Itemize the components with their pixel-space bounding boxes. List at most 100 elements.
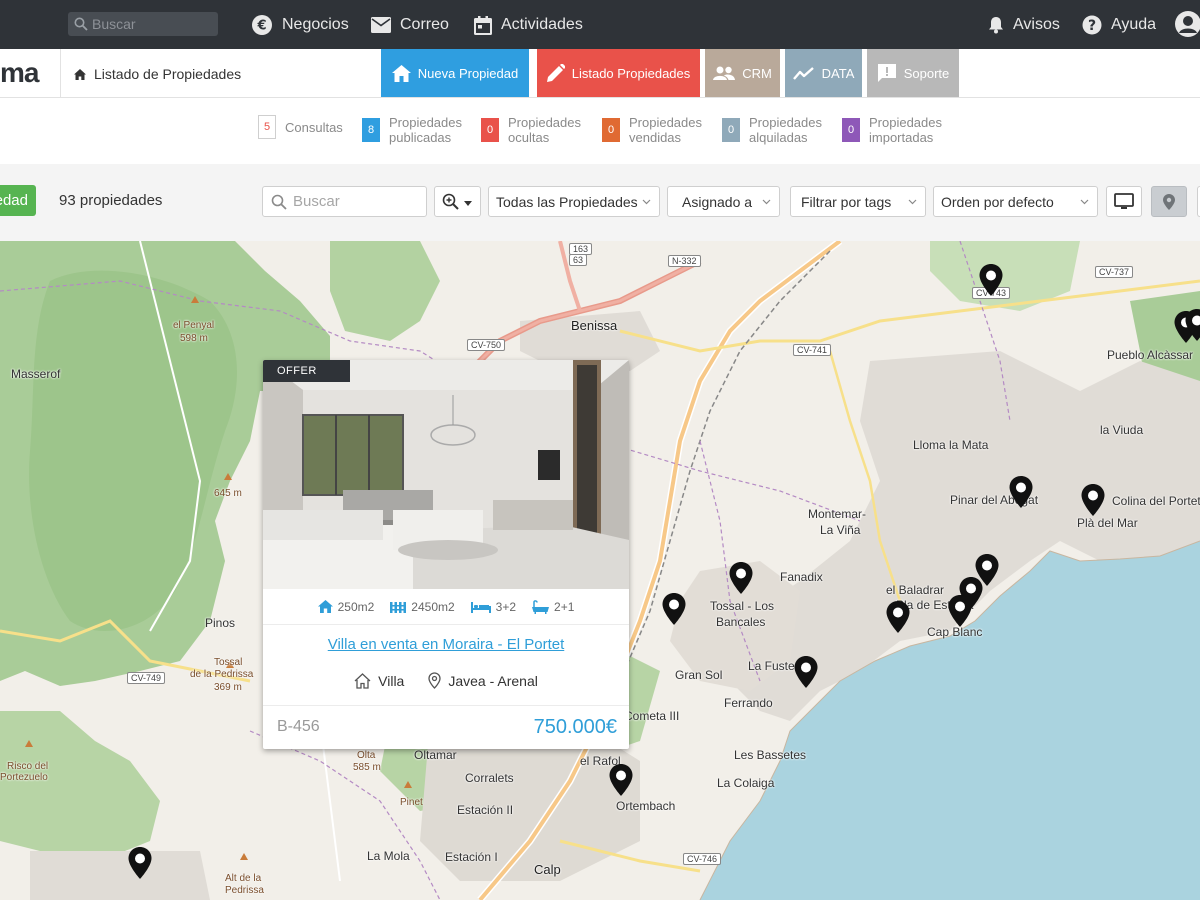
search-mode-dropdown[interactable] (434, 186, 481, 217)
feedback-icon (877, 63, 896, 82)
tags-dropdown[interactable]: Filtrar por tags (790, 186, 926, 217)
mail-icon (371, 17, 391, 33)
map-place-label: 369 m (214, 682, 242, 693)
trend-line-icon (792, 66, 814, 80)
property-map-marker[interactable] (1080, 483, 1106, 517)
tab-crm-label: CRM (742, 65, 772, 81)
stat-label: Propiedades publicadas (389, 115, 462, 145)
property-map-marker[interactable] (1008, 475, 1034, 509)
map-view-button[interactable] (1151, 186, 1187, 217)
map-place-label: Estación II (457, 803, 514, 817)
road-label: CV-737 (1095, 266, 1134, 278)
order-dropdown[interactable]: Orden por defecto (933, 186, 1098, 217)
home-icon (74, 68, 86, 80)
property-map[interactable]: Benissa el Penyal 598 m Masserof 645 m P… (0, 241, 1200, 900)
stat-label: Propiedades ocultas (508, 115, 581, 145)
property-map-marker[interactable] (947, 594, 973, 628)
chevron-down-icon (1080, 199, 1089, 205)
property-map-marker[interactable] (978, 263, 1004, 297)
top-search-input[interactable] (92, 12, 212, 36)
breadcrumb[interactable]: Listado de Propiedades (74, 66, 241, 82)
map-place-label: La Viña (820, 523, 861, 537)
stat-badge: 0 (481, 118, 499, 142)
map-place-label: de la Pedrissa (190, 669, 254, 680)
stat-vendidas[interactable]: 0 Propiedades vendidas (602, 115, 702, 145)
breadcrumb-label: Listado de Propiedades (94, 66, 242, 82)
pencil-icon (546, 64, 565, 82)
property-type: Villa (354, 672, 404, 689)
stat-label: Propiedades vendidas (629, 115, 702, 145)
property-reference: B-456 (277, 718, 320, 735)
filter-search-input[interactable] (293, 188, 421, 215)
stat-ocultas[interactable]: 0 Propiedades ocultas (481, 115, 581, 145)
road-label: N-332 (668, 255, 701, 267)
map-place-label: 645 m (214, 488, 242, 499)
map-place-label: Ferrando (724, 696, 773, 710)
property-count: 93 propiedades (59, 192, 163, 209)
map-place-label: Pinet (400, 797, 423, 808)
property-price: 750.000€ (533, 716, 617, 738)
tab-listado-propiedades[interactable]: Listado Propiedades (537, 49, 700, 97)
property-filter-value: Todas las Propiedades (496, 193, 638, 210)
stat-label-line: vendidas (629, 130, 682, 145)
euro-icon: € (252, 15, 272, 35)
property-map-marker[interactable] (728, 561, 754, 595)
user-avatar-icon[interactable] (1174, 10, 1200, 38)
feature-plot: 2450m2 (390, 600, 455, 614)
property-map-marker[interactable] (1184, 308, 1200, 342)
property-map-marker[interactable] (127, 846, 153, 880)
map-place-label: Tossal - Los (710, 599, 775, 613)
map-place-label: Portezuelo (0, 772, 48, 783)
stat-importadas[interactable]: 0 Propiedades importadas (842, 115, 942, 145)
tab-soporte[interactable]: Soporte (867, 49, 959, 97)
house-outline-icon (354, 672, 371, 689)
add-property-button[interactable]: Nueva Propiedad (0, 185, 36, 216)
monitor-icon (1114, 193, 1134, 209)
nav-actividades[interactable]: Actividades (474, 12, 583, 38)
map-place-label: Colina del Portet (1112, 494, 1200, 508)
stat-label-line: Propiedades (508, 115, 581, 130)
map-place-label: 598 m (180, 333, 208, 344)
app-logo[interactable]: ma (0, 57, 39, 89)
nav-correo[interactable]: Correo (371, 12, 449, 38)
stat-alquiladas[interactable]: 0 Propiedades alquiladas (722, 115, 822, 145)
property-title-link[interactable]: Villa en venta en Moraira - El Portet (263, 636, 629, 653)
logo-divider (60, 49, 61, 97)
stat-badge: 8 (362, 118, 380, 142)
stat-label-line: Propiedades (749, 115, 822, 130)
bathtub-icon (532, 599, 550, 614)
stat-publicadas[interactable]: 8 Propiedades publicadas (362, 115, 462, 145)
zoom-in-icon (442, 193, 459, 210)
map-place-label: Pinos (205, 616, 236, 630)
map-place-label: Alt de la (225, 873, 262, 884)
tab-data[interactable]: DATA (785, 49, 862, 97)
feature-beds-value: 3+2 (495, 599, 517, 614)
property-filter-dropdown[interactable]: Todas las Propiedades (488, 186, 660, 217)
nav-negocios[interactable]: € Negocios (251, 12, 349, 38)
top-search-box[interactable] (68, 12, 218, 36)
property-location-value: Javea - Arenal (448, 672, 538, 689)
search-icon (74, 17, 88, 31)
map-place-label: Lloma la Mata (913, 438, 989, 452)
tab-crm[interactable]: CRM (705, 49, 780, 97)
nav-correo-label: Correo (400, 16, 449, 33)
assigned-dropdown[interactable]: Asignado a (667, 186, 780, 217)
property-photo[interactable]: OFFER (263, 360, 629, 589)
tab-nueva-propiedad[interactable]: Nueva Propiedad (381, 49, 529, 97)
nav-avisos[interactable]: Avisos (988, 12, 1060, 38)
nav-negocios-label: Negocios (282, 16, 349, 33)
tab-soporte-label: Soporte (903, 65, 950, 81)
property-map-marker[interactable] (661, 592, 687, 626)
stat-label-line: Propiedades (629, 115, 702, 130)
property-features: 250m2 2450m2 3+2 2+1 (263, 589, 629, 625)
property-map-marker[interactable] (608, 763, 634, 797)
property-card[interactable]: OFFER 250m2 2450m2 3+2 2+1 Villa en vent… (263, 360, 629, 749)
property-map-marker[interactable] (793, 655, 819, 689)
map-place-label: Plà del Mar (1077, 516, 1138, 530)
nav-ayuda[interactable]: ? Ayuda (1082, 12, 1156, 38)
stat-consultas[interactable]: 5 Consultas (258, 115, 343, 139)
list-view-button[interactable] (1106, 186, 1142, 217)
filter-search-box[interactable] (262, 186, 427, 217)
stat-label-line: ocultas (508, 130, 550, 145)
property-map-marker[interactable] (885, 600, 911, 634)
